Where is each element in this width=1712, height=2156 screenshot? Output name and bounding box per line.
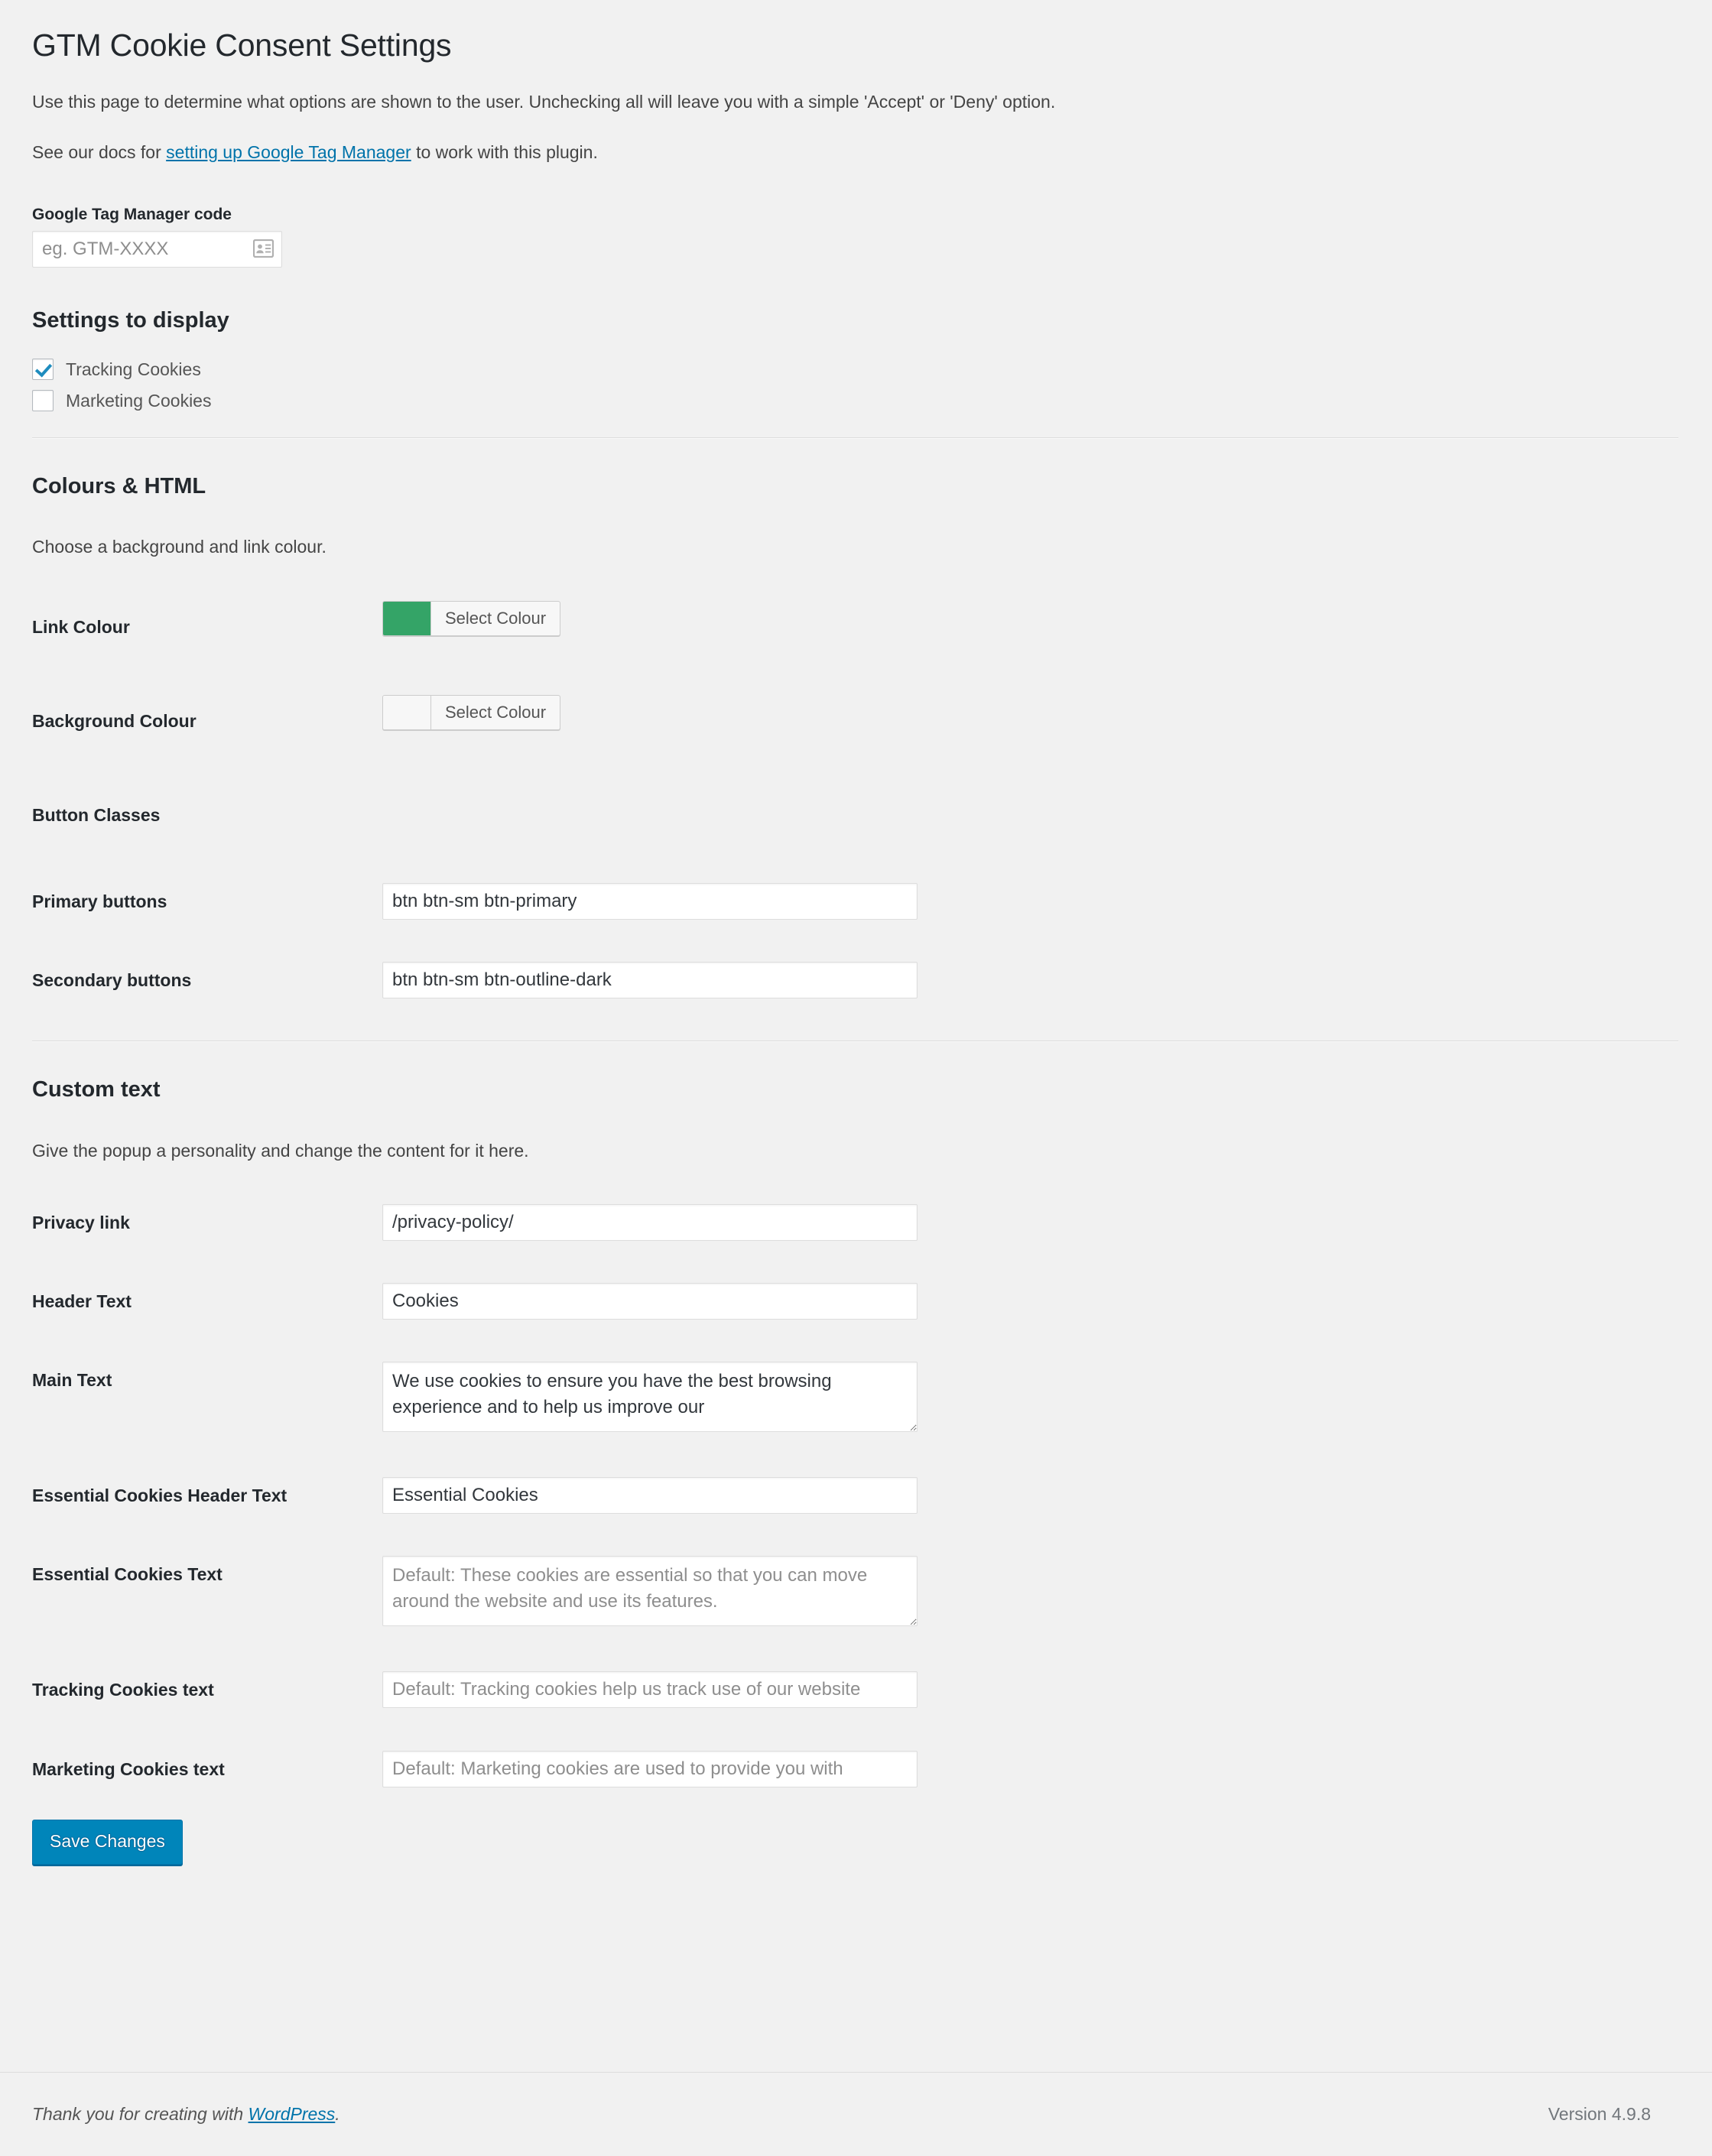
docs-suffix-text: to work with this plugin.: [411, 141, 598, 162]
colours-html-description: Choose a background and link colour.: [32, 537, 326, 557]
label-essential-cookies-header-text: Essential Cookies Header Text: [32, 1485, 287, 1506]
label-header-text: Header Text: [32, 1291, 132, 1312]
background-colour-select-label: Select Colour: [445, 703, 547, 722]
form-row-background-colour: Background Colour Select Colour: [32, 674, 1653, 768]
gtm-code-input[interactable]: [32, 231, 282, 268]
footer-thanks: Thank you for creating with WordPress.: [32, 2104, 340, 2125]
label-secondary-buttons: Secondary buttons: [32, 970, 192, 991]
cell-secondary-buttons: [382, 941, 1653, 1020]
checkbox-row-marketing-cookies[interactable]: Marketing Cookies: [32, 385, 1651, 417]
custom-text-description: Give the popup a personality and change …: [32, 1140, 529, 1161]
link-colour-picker[interactable]: Select Colour: [382, 600, 561, 636]
checkbox-label-tracking-cookies: Tracking Cookies: [66, 359, 201, 379]
checkbox-row-tracking-cookies[interactable]: Tracking Cookies: [32, 354, 1651, 385]
checkbox-label-marketing-cookies: Marketing Cookies: [66, 390, 212, 411]
essential-cookies-header-text-input[interactable]: [382, 1477, 918, 1515]
link-colour-select-label: Select Colour: [445, 608, 547, 628]
form-row-essential-header-text: Essential Cookies Header Text: [32, 1456, 1653, 1535]
settings-page: GTM Cookie Consent Settings Use this pag…: [0, 0, 1712, 1865]
checkbox-tracking-cookies[interactable]: [32, 359, 54, 381]
page-title: GTM Cookie Consent Settings: [32, 28, 452, 63]
docs-link[interactable]: setting up Google Tag Manager: [166, 142, 411, 162]
essential-cookies-textarea[interactable]: [382, 1556, 918, 1627]
settings-to-display-options: Tracking Cookies Marketing Cookies: [32, 349, 1651, 417]
form-row-essential-cookies-text: Essential Cookies Text: [32, 1535, 1653, 1651]
cell-background-colour: Select Colour: [382, 674, 1653, 768]
checkbox-marketing-cookies[interactable]: [32, 390, 54, 412]
label-main-text: Main Text: [32, 1370, 112, 1391]
save-changes-button[interactable]: Save Changes: [32, 1819, 183, 1865]
cell-link-colour: Select Colour: [382, 580, 1653, 674]
cell-essential-cookies-header-text: [382, 1456, 1653, 1535]
label-essential-cookies-text: Essential Cookies Text: [32, 1564, 223, 1585]
label-background-colour: Background Colour: [32, 711, 197, 732]
cell-tracking-cookies-text: [382, 1651, 1653, 1729]
form-row-tracking-cookies-text: Tracking Cookies text: [32, 1651, 1653, 1729]
privacy-link-input[interactable]: [382, 1204, 918, 1242]
tracking-cookies-text-input[interactable]: [382, 1671, 918, 1709]
label-marketing-cookies-text: Marketing Cookies text: [32, 1758, 225, 1779]
header-text-input[interactable]: [382, 1283, 918, 1320]
marketing-cookies-text-input[interactable]: [382, 1750, 918, 1787]
main-text-textarea[interactable]: [382, 1362, 918, 1433]
form-row-main-text: Main Text: [32, 1341, 1653, 1456]
admin-footer: Thank you for creating with WordPress. V…: [0, 2072, 1712, 2156]
form-row-secondary-buttons: Secondary buttons: [32, 941, 1653, 1020]
page-intro-description: Use this page to determine what options …: [32, 92, 1056, 112]
footer-thanks-suffix: .: [335, 2104, 340, 2124]
link-colour-swatch[interactable]: [383, 601, 431, 635]
gtm-code-input-wrap: [32, 231, 282, 268]
form-row-privacy-link: Privacy link: [32, 1184, 1653, 1262]
footer-thanks-prefix: Thank you for creating with: [32, 2104, 249, 2124]
label-tracking-cookies-text: Tracking Cookies text: [32, 1680, 214, 1700]
form-row-link-colour: Link Colour Select Colour: [32, 580, 1653, 674]
gtm-code-field-group: Google Tag Manager code: [32, 171, 1651, 268]
form-row-primary-buttons: Primary buttons: [32, 862, 1653, 941]
gtm-code-label: Google Tag Manager code: [32, 206, 232, 224]
label-link-colour: Link Colour: [32, 616, 130, 637]
cell-primary-buttons: [382, 862, 1653, 941]
custom-text-heading: Custom text: [32, 1077, 161, 1102]
colours-form-table: Link Colour Select Colour Background Col…: [32, 580, 1653, 1020]
primary-buttons-input[interactable]: [382, 883, 918, 921]
label-primary-buttons: Primary buttons: [32, 891, 167, 912]
wordpress-link[interactable]: WordPress: [249, 2104, 336, 2124]
cell-privacy-link: [382, 1184, 1653, 1262]
label-button-classes: Button Classes: [32, 805, 161, 826]
form-row-marketing-cookies-text: Marketing Cookies text: [32, 1730, 1653, 1809]
form-row-header-text: Header Text: [32, 1262, 1653, 1341]
settings-to-display-heading: Settings to display: [32, 308, 229, 333]
footer-version: Version 4.9.8: [1548, 2104, 1651, 2124]
label-privacy-link: Privacy link: [32, 1213, 130, 1233]
custom-text-form-table: Privacy link Header Text Main Text Essen…: [32, 1184, 1653, 1808]
background-colour-swatch[interactable]: [383, 696, 431, 730]
background-colour-picker[interactable]: Select Colour: [382, 695, 561, 731]
page-docs-line: See our docs for setting up Google Tag M…: [32, 122, 1651, 172]
cell-header-text: [382, 1262, 1653, 1341]
submit-area: Save Changes: [32, 1809, 1651, 1865]
cell-essential-cookies-text: [382, 1535, 1653, 1651]
secondary-buttons-input[interactable]: [382, 962, 918, 999]
colours-html-heading: Colours & HTML: [32, 473, 206, 498]
cell-marketing-cookies-text: [382, 1730, 1653, 1809]
docs-prefix-text: See our docs for: [32, 141, 167, 162]
cell-main-text: [382, 1341, 1653, 1456]
cell-button-classes-spacer: [382, 768, 1653, 862]
form-row-button-classes-heading: Button Classes: [32, 768, 1653, 862]
